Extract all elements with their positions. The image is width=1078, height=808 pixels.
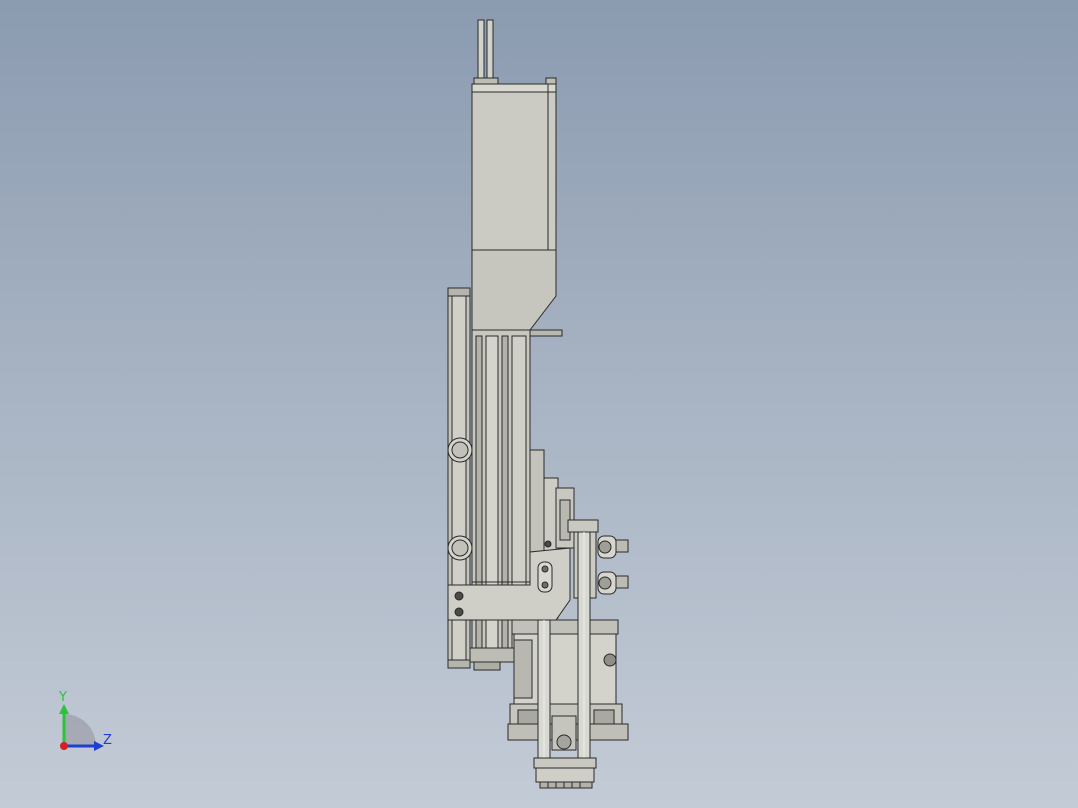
cable-tubes xyxy=(473,19,557,85)
mechanical-assembly-model[interactable] xyxy=(447,19,629,789)
gripper-jaws xyxy=(551,715,577,751)
orientation-triad: Y Z xyxy=(58,690,112,751)
y-arrow-head xyxy=(59,704,69,714)
pneumatic-fittings xyxy=(597,535,629,595)
triad-quadrant-shading xyxy=(64,714,96,746)
z-axis-label: Z xyxy=(103,733,112,748)
x-axis-dot xyxy=(60,742,68,750)
bottom-flange xyxy=(533,757,597,789)
y-axis-label: Y xyxy=(58,690,67,705)
motor-housing xyxy=(471,83,563,337)
cad-viewport[interactable]: Y Z xyxy=(0,0,1078,808)
